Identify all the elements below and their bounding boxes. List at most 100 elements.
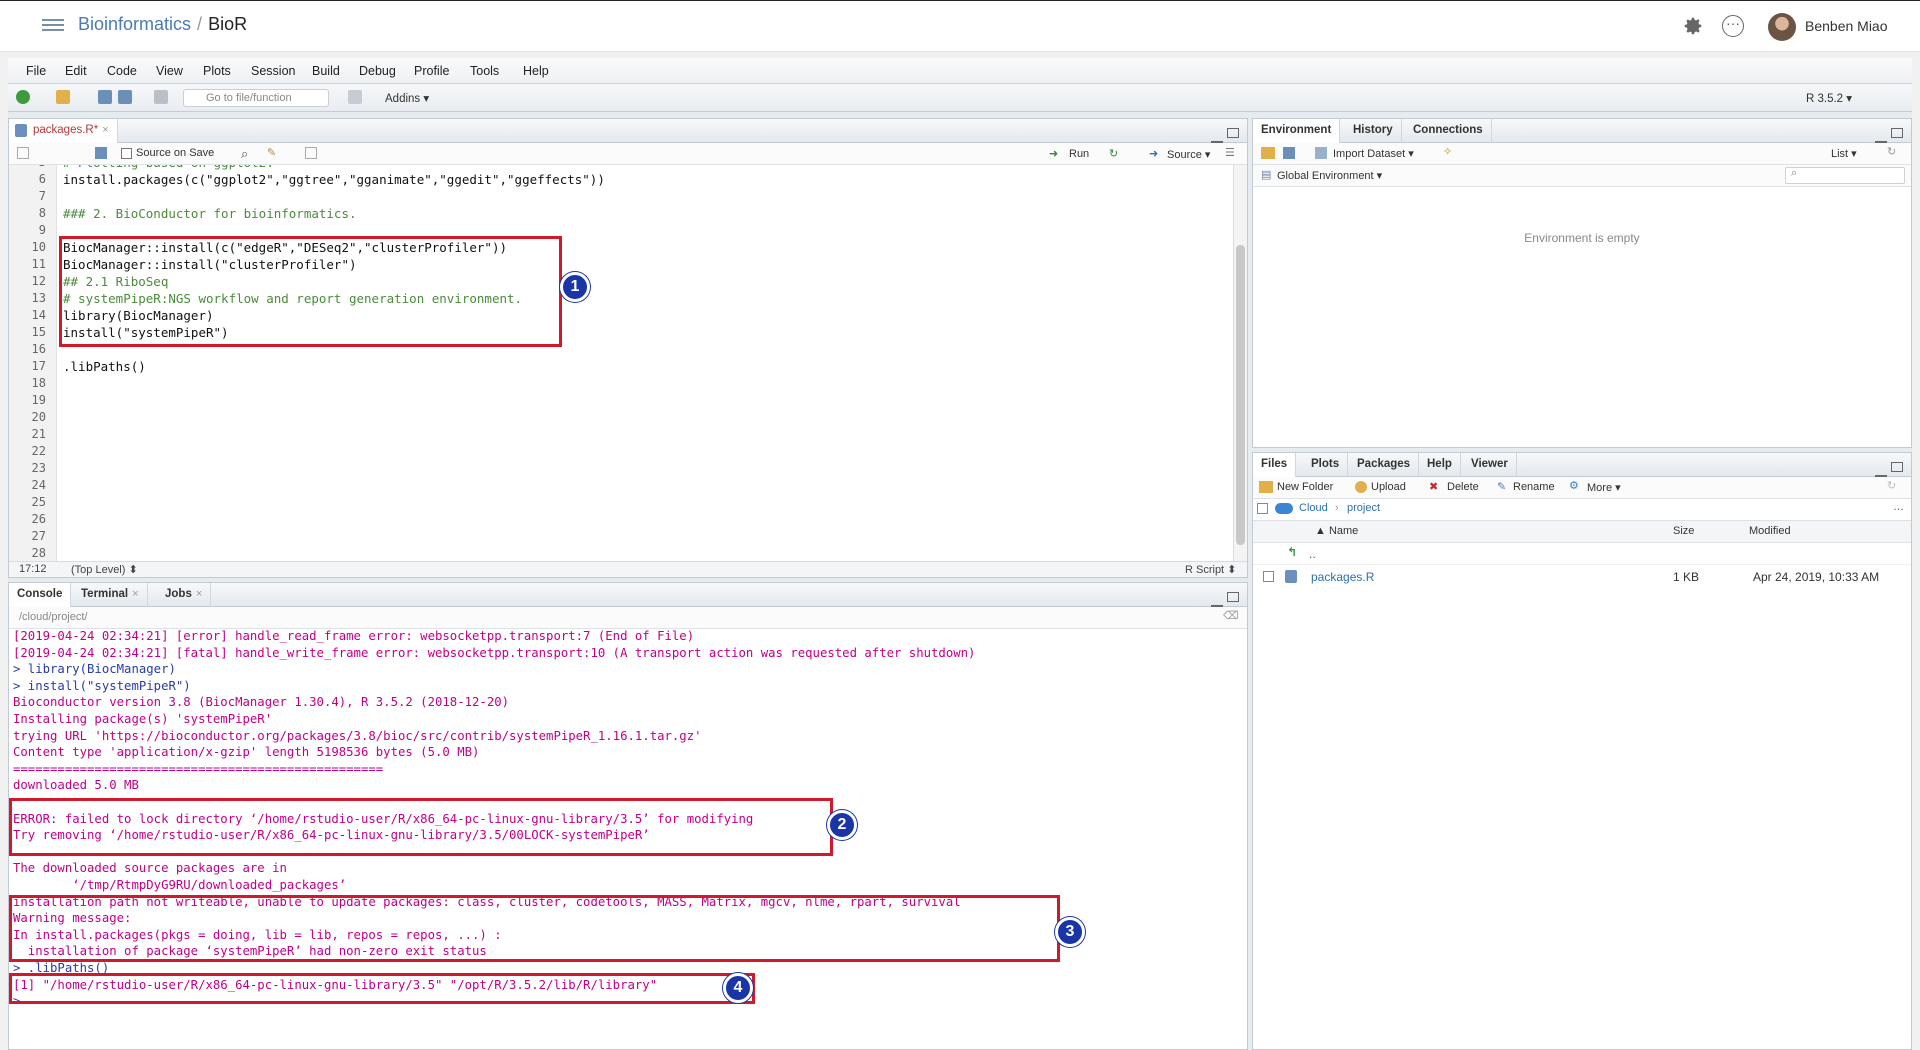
tab-connections[interactable]: Connections (1405, 119, 1492, 143)
save-all-icon[interactable] (118, 90, 132, 104)
tab-help[interactable]: Help (1419, 453, 1461, 477)
menu-icon[interactable] (42, 17, 64, 35)
refresh-icon[interactable]: ↻ (1887, 145, 1896, 158)
menu-edit[interactable]: Edit (65, 64, 87, 78)
rename-button[interactable]: Rename (1513, 481, 1555, 493)
menu-view[interactable]: View (156, 64, 183, 78)
console-output[interactable]: [2019-04-24 02:34:21] [error] handle_rea… (13, 629, 1239, 1047)
maximize-icon[interactable] (1891, 128, 1903, 138)
column-name[interactable]: ▲ Name (1315, 525, 1358, 537)
menu-file[interactable]: File (26, 64, 46, 78)
more-options-icon[interactable]: ··· (1722, 15, 1744, 37)
print-icon[interactable] (154, 90, 168, 104)
load-workspace-icon[interactable] (1261, 147, 1275, 159)
pane-window-buttons[interactable] (1871, 125, 1903, 143)
workspace-link[interactable]: Bioinformatics (78, 14, 191, 34)
tab-terminal[interactable]: Terminal × (73, 583, 148, 607)
gear-icon[interactable] (1682, 15, 1704, 37)
scrollbar-thumb[interactable] (1236, 245, 1245, 545)
delete-button[interactable]: Delete (1447, 481, 1479, 493)
import-dataset-button[interactable]: Import Dataset ▾ (1333, 147, 1414, 160)
menu-profile[interactable]: Profile (414, 64, 449, 78)
close-tab-icon[interactable]: × (102, 124, 108, 136)
addins-button[interactable]: Addins ▾ (385, 91, 429, 105)
new-file-icon[interactable] (16, 90, 30, 104)
files-column-header: ▲ Name Size Modified (1253, 521, 1911, 543)
source-on-save-checkbox[interactable] (121, 148, 132, 159)
close-tab-icon[interactable]: × (196, 588, 202, 600)
pane-window-buttons[interactable] (1871, 459, 1903, 477)
save-icon[interactable] (98, 90, 112, 104)
run-button[interactable]: Run (1069, 148, 1089, 160)
maximize-icon[interactable] (1227, 128, 1239, 138)
menu-help[interactable]: Help (523, 64, 549, 78)
file-link[interactable]: packages.R (1311, 570, 1374, 584)
pane-window-buttons[interactable] (1207, 589, 1239, 607)
crumb-cloud[interactable]: Cloud (1299, 502, 1328, 514)
tab-packages-r[interactable]: packages.R* × (9, 119, 118, 144)
upload-button[interactable]: Upload (1371, 481, 1406, 493)
column-size[interactable]: Size (1673, 525, 1694, 537)
save-file-icon[interactable] (95, 147, 107, 159)
code-line: library(BiocManager) (63, 308, 214, 323)
clear-console-icon[interactable]: ⌫ (1223, 609, 1239, 622)
menu-build[interactable]: Build (312, 64, 340, 78)
line-number: 21 (31, 427, 46, 441)
maximize-icon[interactable] (1227, 592, 1239, 602)
tab-files[interactable]: Files (1253, 453, 1297, 478)
tab-plots[interactable]: Plots (1303, 453, 1349, 477)
tab-jobs[interactable]: Jobs × (157, 583, 212, 607)
menu-session[interactable]: Session (251, 64, 295, 78)
file-type-selector[interactable]: R Script ⬍ (1185, 563, 1236, 576)
editor-scrollbar[interactable] (1233, 165, 1247, 563)
source-button[interactable]: Source ▾ (1167, 148, 1210, 161)
compile-icon[interactable] (305, 147, 317, 159)
source-editor-pane: packages.R* × Source on Save ⌕ ✎ ➜ Run ↻ … (8, 118, 1248, 578)
more-path-icon[interactable]: … (1893, 501, 1904, 513)
close-tab-icon[interactable]: × (132, 588, 138, 600)
avatar[interactable] (1768, 13, 1796, 41)
back-icon[interactable] (17, 147, 29, 159)
save-workspace-icon[interactable] (1283, 147, 1295, 159)
tab-console[interactable]: Console (9, 583, 72, 608)
list-view-button[interactable]: List ▾ (1831, 147, 1857, 160)
outline-icon[interactable]: ☰ (1225, 146, 1235, 159)
magic-wand-icon[interactable]: ✎ (267, 146, 276, 159)
open-folder-icon[interactable] (56, 90, 70, 104)
column-modified[interactable]: Modified (1749, 525, 1791, 537)
menu-code[interactable]: Code (107, 64, 137, 78)
new-folder-icon (1259, 481, 1273, 493)
scope-selector[interactable]: (Top Level) ⬍ (71, 563, 138, 576)
code-line: # systemPipeR:NGS workflow and report ge… (63, 291, 523, 306)
list-item-parent[interactable]: ↰ .. (1253, 543, 1911, 565)
line-number: 23 (31, 461, 46, 475)
menu-tools[interactable]: Tools (470, 64, 499, 78)
go-to-file-input[interactable]: Go to file/function (183, 89, 329, 107)
global-environment-selector[interactable]: Global Environment ▾ (1277, 169, 1382, 182)
user-name[interactable]: Benben Miao (1805, 18, 1888, 34)
r-version-menu[interactable]: R 3.5.2 ▾ (1806, 91, 1852, 105)
menu-plots[interactable]: Plots (203, 64, 231, 78)
tab-history[interactable]: History (1345, 119, 1402, 143)
tab-environment[interactable]: Environment (1253, 119, 1341, 144)
main-toolbar: Go to file/function Addins ▾ R 3.5.2 ▾ (8, 84, 1912, 112)
tab-viewer[interactable]: Viewer (1463, 453, 1517, 477)
broom-icon[interactable]: ✧ (1443, 145, 1452, 158)
line-number: 17 (31, 359, 46, 373)
search-icon[interactable]: ⌕ (241, 146, 248, 162)
code-area[interactable]: # Plotting based on ggplot2. install.pack… (59, 165, 1235, 563)
select-all-checkbox[interactable] (1257, 503, 1268, 514)
crumb-project[interactable]: project (1347, 502, 1380, 514)
rerun-icon[interactable]: ↻ (1109, 147, 1118, 160)
file-checkbox[interactable] (1263, 571, 1274, 582)
more-button[interactable]: More ▾ (1587, 481, 1621, 494)
env-search-input[interactable] (1785, 167, 1905, 184)
menu-debug[interactable]: Debug (359, 64, 396, 78)
maximize-icon[interactable] (1891, 462, 1903, 472)
grid-layout-icon[interactable] (348, 90, 362, 104)
list-item[interactable]: packages.R 1 KB Apr 24, 2019, 10:33 AM (1253, 565, 1911, 589)
tab-packages[interactable]: Packages (1349, 453, 1420, 477)
new-folder-button[interactable]: New Folder (1277, 481, 1333, 493)
refresh-icon[interactable]: ↻ (1887, 479, 1896, 492)
pane-window-buttons[interactable] (1207, 125, 1239, 143)
